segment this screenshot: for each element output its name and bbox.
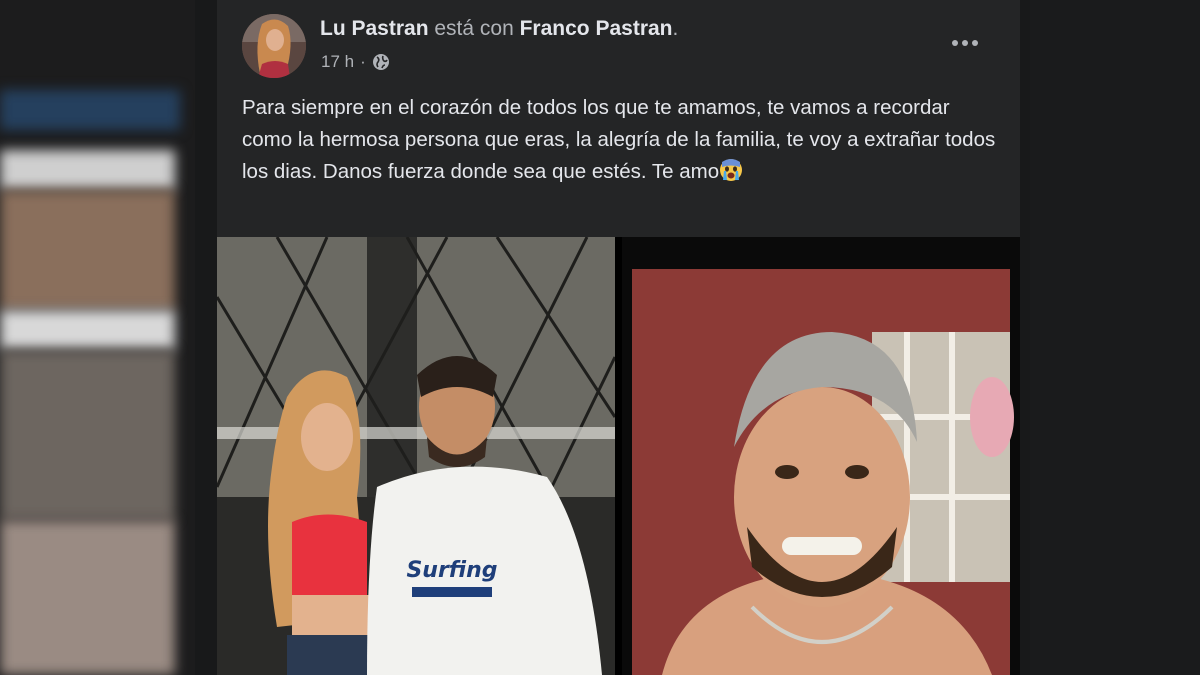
background-left-panel — [0, 0, 195, 675]
blurred-photo-3 — [0, 520, 175, 675]
blurred-link-bar — [0, 90, 180, 130]
post-card: Lu Pastran está con Franco Pastran. 17 h… — [217, 0, 1020, 675]
globe-icon[interactable] — [372, 53, 390, 71]
blurred-strip-2 — [0, 310, 175, 350]
blurred-photo-1 — [0, 190, 175, 310]
photo-couple[interactable]: Surfing — [217, 237, 615, 675]
post-meta: 17 h · — [321, 52, 390, 72]
post-message: Para siempre en el corazón de todos los … — [242, 92, 1002, 188]
background-right-panel — [1030, 0, 1200, 675]
photo-grid: Surfing — [217, 237, 1020, 675]
blurred-header-strip — [0, 150, 175, 190]
with-text: está con — [434, 17, 514, 40]
post-message-text: Para siempre en el corazón de todos los … — [242, 96, 996, 183]
post-header: Lu Pastran está con Franco Pastran. 17 h… — [217, 0, 1020, 90]
blurred-photo-2 — [0, 350, 175, 520]
tagged-friend-link[interactable]: Franco Pastran — [520, 17, 673, 40]
photo-portrait[interactable] — [622, 237, 1020, 675]
meta-separator: · — [360, 52, 366, 71]
tagged-suffix: . — [672, 17, 679, 40]
svg-text:Surfing: Surfing — [406, 558, 497, 583]
author-avatar[interactable] — [242, 14, 306, 78]
author-line: Lu Pastran está con Franco Pastran. — [320, 17, 678, 41]
crying-face-emoji — [719, 158, 743, 182]
author-name-link[interactable]: Lu Pastran — [320, 17, 429, 40]
more-options-icon[interactable] — [945, 26, 985, 60]
post-timestamp[interactable]: 17 h — [321, 52, 354, 72]
